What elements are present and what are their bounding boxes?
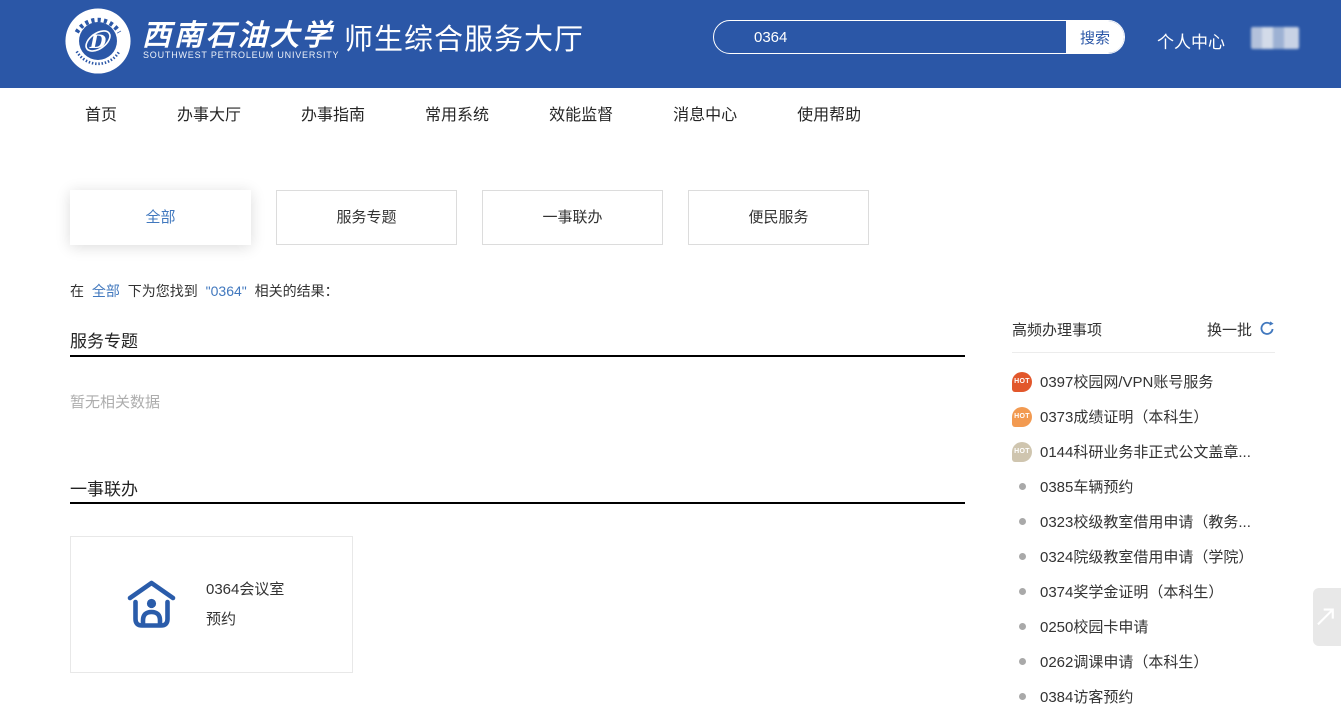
back-to-top-button[interactable] <box>1313 588 1341 646</box>
hot-badge-icon: HOT <box>1012 407 1032 427</box>
nav-item-common-systems[interactable]: 常用系统 <box>425 101 489 125</box>
hot-badge-icon: HOT <box>1012 372 1032 392</box>
nav-item-service-hall[interactable]: 办事大厅 <box>177 101 241 125</box>
service-item[interactable]: 0250校园卡申请 <box>1012 609 1275 644</box>
nav-item-guide[interactable]: 办事指南 <box>301 101 365 125</box>
refresh-label: 换一批 <box>1207 319 1252 340</box>
service-item-label: 0324院级教室借用申请（学院） <box>1040 546 1253 567</box>
header-banner: D 西南石油大学 SOUTHWEST PETROLEUM UNIVERSITY … <box>0 0 1341 88</box>
bullet-icon <box>1019 658 1026 665</box>
service-item-label: 0373成绩证明（本科生） <box>1040 406 1208 427</box>
bullet-icon <box>1019 553 1026 560</box>
service-item-label: 0397校园网/VPN账号服务 <box>1040 371 1213 392</box>
section-rule <box>70 502 965 504</box>
high-frequency-panel: 高频办理事项 换一批 HOT 0397校园网/VPN账号服务 HOT 0373成… <box>1012 319 1275 714</box>
search-button[interactable]: 搜索 <box>1066 21 1124 53</box>
service-item-label: 0384访客预约 <box>1040 686 1133 707</box>
card-label: 0364会议室 预约 <box>206 575 284 635</box>
tab-service-topics[interactable]: 服务专题 <box>276 190 457 245</box>
category-tabs: 全部 服务专题 一事联办 便民服务 <box>70 190 869 245</box>
service-item[interactable]: 0374奖学金证明（本科生） <box>1012 574 1275 609</box>
page: D 西南石油大学 SOUTHWEST PETROLEUM UNIVERSITY … <box>0 0 1341 714</box>
search-bar: 搜索 <box>713 20 1125 54</box>
service-item[interactable]: 0323校级教室借用申请（教务... <box>1012 504 1275 539</box>
service-item[interactable]: 0384访客预约 <box>1012 679 1275 714</box>
empty-data-text: 暂无相关数据 <box>70 391 160 412</box>
service-item-label: 0385车辆预约 <box>1040 476 1133 497</box>
arrow-up-right-icon <box>1313 600 1341 634</box>
result-keyword: "0364" <box>206 283 247 299</box>
result-prefix: 在 <box>70 283 84 299</box>
university-name-en: SOUTHWEST PETROLEUM UNIVERSITY <box>143 50 339 60</box>
search-result-summary: 在 全部 下为您找到 "0364" 相关的结果： <box>70 281 343 301</box>
card-label-line2: 预约 <box>206 605 284 635</box>
nav-item-home[interactable]: 首页 <box>85 101 117 125</box>
university-seal-logo: D <box>65 8 131 74</box>
tab-all[interactable]: 全部 <box>70 190 251 245</box>
username-blurred[interactable] <box>1251 27 1299 49</box>
service-item[interactable]: 0385车辆预约 <box>1012 469 1275 504</box>
hot-service-item[interactable]: HOT 0144科研业务非正式公文盖章... <box>1012 434 1275 469</box>
sidebar-header: 高频办理事项 换一批 <box>1012 319 1275 339</box>
hot-badge-icon: HOT <box>1012 442 1032 462</box>
house-person-icon <box>123 576 180 633</box>
nav-item-supervision[interactable]: 效能监督 <box>549 101 613 125</box>
svg-text:D: D <box>89 31 107 53</box>
search-input[interactable] <box>714 21 1066 53</box>
service-item-label: 0262调课申请（本科生） <box>1040 651 1208 672</box>
result-scope-link[interactable]: 全部 <box>92 283 120 299</box>
sidebar-title: 高频办理事项 <box>1012 319 1102 340</box>
bullet-icon <box>1019 693 1026 700</box>
service-item[interactable]: 0262调课申请（本科生） <box>1012 644 1275 679</box>
bullet-icon <box>1019 518 1026 525</box>
section-rule <box>70 355 965 357</box>
tab-convenience-services[interactable]: 便民服务 <box>688 190 869 245</box>
service-item-label: 0374奖学金证明（本科生） <box>1040 581 1223 602</box>
section-title-service-topics: 服务专题 <box>70 327 138 352</box>
service-card-0364-meeting-room[interactable]: 0364会议室 预约 <box>70 536 353 673</box>
service-item-label: 0250校园卡申请 <box>1040 616 1148 637</box>
service-item[interactable]: 0324院级教室借用申请（学院） <box>1012 539 1275 574</box>
result-suffix: 相关的结果： <box>255 283 339 299</box>
section-title-joint-handling: 一事联办 <box>70 475 138 500</box>
card-label-line1: 0364会议室 <box>206 575 284 605</box>
service-item-label: 0144科研业务非正式公文盖章... <box>1040 441 1251 462</box>
bullet-icon <box>1019 623 1026 630</box>
tab-joint-handling[interactable]: 一事联办 <box>482 190 663 245</box>
nav-item-help[interactable]: 使用帮助 <box>797 101 861 125</box>
portal-title: 师生综合服务大厅 <box>344 16 584 58</box>
sidebar-list: HOT 0397校园网/VPN账号服务 HOT 0373成绩证明（本科生） HO… <box>1012 364 1275 714</box>
result-middle: 下为您找到 <box>128 283 198 299</box>
university-name-cn: 西南石油大学 <box>142 12 342 54</box>
hot-service-item[interactable]: HOT 0397校园网/VPN账号服务 <box>1012 364 1275 399</box>
main-nav: 首页 办事大厅 办事指南 常用系统 效能监督 消息中心 使用帮助 <box>0 88 1341 138</box>
refresh-batch-button[interactable]: 换一批 <box>1207 319 1275 340</box>
bullet-icon <box>1019 483 1026 490</box>
seal-icon: D <box>65 8 131 74</box>
hot-service-item[interactable]: HOT 0373成绩证明（本科生） <box>1012 399 1275 434</box>
service-item-label: 0323校级教室借用申请（教务... <box>1040 511 1251 532</box>
nav-item-message-center[interactable]: 消息中心 <box>673 101 737 125</box>
refresh-icon <box>1259 321 1275 337</box>
bullet-icon <box>1019 588 1026 595</box>
sidebar-divider <box>1012 352 1275 353</box>
personal-center-link[interactable]: 个人中心 <box>1157 28 1225 53</box>
